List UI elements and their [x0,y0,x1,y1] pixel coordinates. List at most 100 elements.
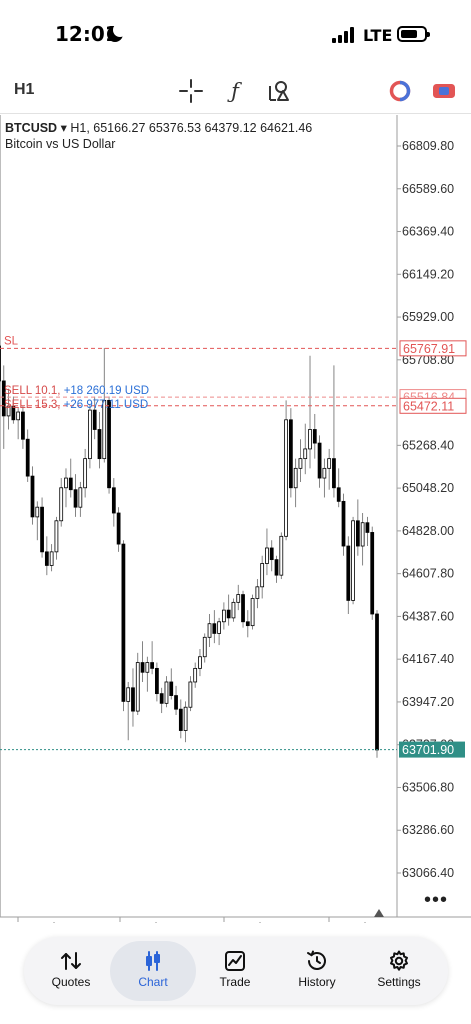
candle-body [293,467,298,489]
candle-body [274,559,279,576]
sell-position-1-label: SELL 10.1, +18 260.19 USD [4,385,149,397]
candle-body [236,594,241,603]
price-scale-label: 66809.80 [402,139,454,153]
candle-body [150,662,154,669]
price-scale-label: 63506.80 [402,780,454,794]
sell-position-2-label: SELL 15.3, +26 977.11 USD [4,399,148,411]
candle-body [64,477,68,489]
candle-body [365,522,370,533]
nav-chart[interactable]: Chart [110,941,196,1001]
price-scale-label: 64828.00 [402,524,454,538]
candle-body [231,601,236,619]
nav-settings[interactable]: Settings [356,941,442,1001]
nav-label-history: History [298,975,336,989]
price-scale-label: 63066.40 [402,866,454,880]
price-scale-label: 63286.60 [402,823,454,837]
candle-body [327,458,332,469]
level-price-label: 65472.11 [403,399,454,413]
candle-body [40,506,44,553]
price-scale-label: 64387.60 [402,609,454,623]
timeframe-button[interactable]: H1 [14,81,34,99]
candle-body [140,662,145,673]
signal-icon [332,27,356,43]
candle-body [169,681,174,696]
candle-body [217,621,221,634]
candle-body [241,594,245,623]
candle-body [49,551,54,566]
candle-body [174,695,178,710]
candle-body [73,489,78,508]
nav-history[interactable]: History [274,941,360,1001]
time-scale-label: 27 Jul 07:00 [333,921,401,923]
candle-body [312,429,317,444]
candle-body [298,458,303,469]
candle-body [370,532,375,615]
more-icon[interactable]: ••• [424,890,448,910]
chart-timeframe: H1 [70,121,87,135]
dropdown-arrow-icon[interactable]: ▾ [61,121,67,135]
candle-body [111,487,116,514]
candle-body [54,520,59,553]
candle-body [83,458,88,489]
chart-header: BTCUSD ▾ H1, 65166.27 65376.53 64379.12 … [5,121,313,151]
candle-body [355,520,360,547]
candle-body [322,467,327,479]
candle-body [131,687,135,712]
candle-body [193,667,198,683]
candle-body [78,487,83,508]
time-scale-label: 24 Jul 15:00 [124,921,192,923]
candlestick-chart-icon [146,951,160,971]
nav-label-settings: Settings [377,975,421,989]
candle-body [255,586,260,599]
candle-body [308,429,312,450]
chart-description: Bitcoin vs US Dollar [5,137,116,151]
candle-body [35,506,40,518]
candle-body [284,419,288,537]
price-scale-label: 64167.40 [402,652,454,666]
candle-body [92,409,97,430]
price-scale-label: 65048.20 [402,481,454,495]
candle-body [351,520,355,601]
chart-symbol: BTCUSD [5,121,58,135]
candle-body [121,543,126,702]
price-scale-label: 66369.40 [402,225,454,239]
candle-body [159,693,164,704]
nav-trade[interactable]: Trade [192,941,278,1001]
candle-body [250,598,255,627]
indicators-icon[interactable]: ƒ [222,78,248,104]
candle-body [375,613,379,751]
nav-label-chart: Chart [138,975,168,989]
price-scale-label: 63947.20 [402,695,454,709]
candle-body [226,609,231,619]
bottom-nav: Quotes Chart Trade History Settings [24,937,448,1005]
price-chart[interactable]: 66809.80 66589.60 66369.40 66149.20 65929.00… [0,115,471,923]
gear-icon [390,950,408,971]
chart-area[interactable]: 66809.80 66589.60 66369.40 66149.20 65929.00… [0,115,471,923]
candle-body [222,609,226,623]
chart-toolbar: H1 ƒ [0,66,471,114]
level-sl-label: SL [4,335,19,347]
candle-body [164,681,169,704]
quotes-icon [61,952,81,970]
candle-body [30,475,35,518]
candle-body [346,545,351,601]
candle-body [202,636,207,658]
current-price-label: 63701.90 [402,743,454,757]
trade-signals-icon[interactable] [387,78,413,104]
candle-body [245,621,250,627]
crosshair-icon[interactable] [178,78,204,104]
candle-body [16,411,21,421]
candle-body [155,667,159,695]
candle-body [198,656,202,669]
one-click-trade-icon[interactable] [431,78,457,104]
candle-body [97,429,102,460]
objects-icon[interactable] [266,78,292,104]
candle-body [126,687,131,702]
candle-body [145,662,150,673]
nav-quotes[interactable]: Quotes [28,941,114,1001]
chart-ohlc: 65166.27 65376.53 64379.12 64621.46 [93,121,313,135]
time-scale-label: 23 Jul 07:00 [22,921,90,923]
price-scale-label: 66589.60 [402,182,454,196]
moon-icon [107,23,127,42]
candle-body [360,522,365,547]
